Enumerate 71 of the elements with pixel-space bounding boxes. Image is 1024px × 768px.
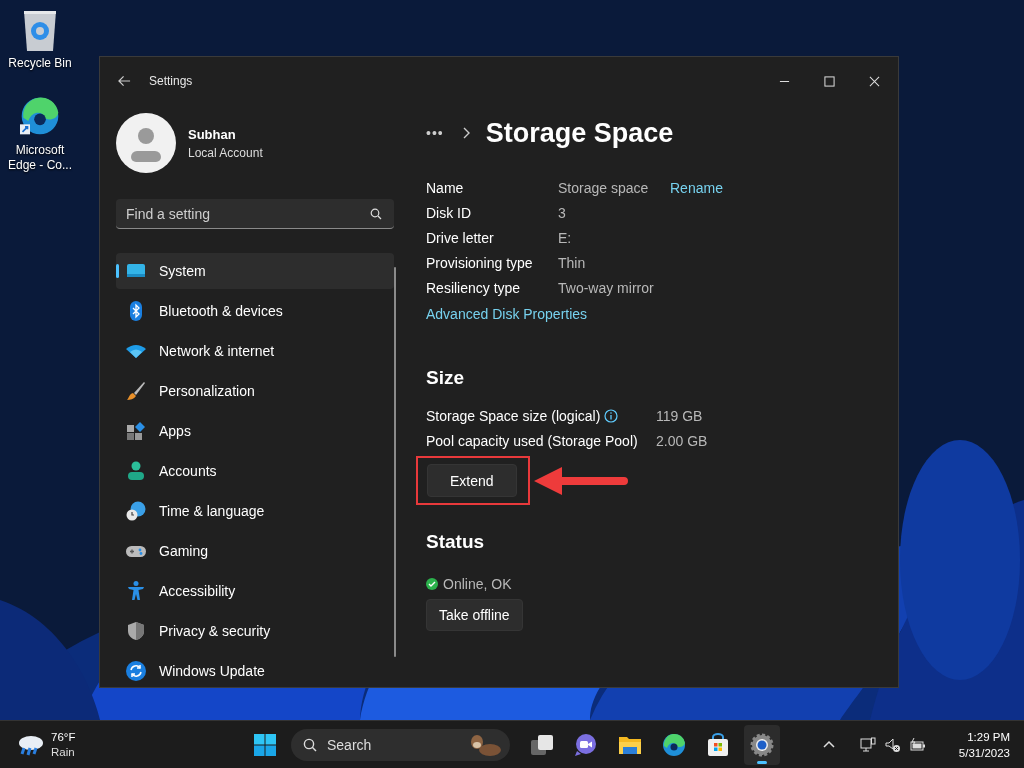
- property-label: Disk ID: [426, 204, 473, 222]
- size-label: Pool capacity used (Storage Pool): [426, 432, 638, 450]
- clock-date[interactable]: 5/31/2023: [958, 744, 1010, 761]
- weather-condition: Rain: [51, 744, 76, 760]
- temperature: 76°F: [51, 729, 76, 745]
- desktop-icon-label: Microsoft Edge - Co...: [7, 143, 73, 173]
- page-title: Storage Space: [485, 117, 674, 149]
- maximize-icon[interactable]: [824, 75, 835, 87]
- search-icon: [303, 737, 317, 752]
- section-heading: Size: [426, 367, 465, 389]
- rename-link[interactable]: Rename: [670, 179, 723, 197]
- clock-time[interactable]: 1:29 PM: [967, 728, 1010, 745]
- start-icon[interactable]: [253, 732, 277, 757]
- account-name: Subhan: [188, 126, 237, 142]
- taskbar-search-field[interactable]: Search: [291, 728, 510, 761]
- info-icon[interactable]: [604, 409, 619, 423]
- volume-muted-icon[interactable]: [884, 736, 901, 753]
- section-heading: Status: [426, 531, 485, 553]
- nav-item[interactable]: Network & internet: [116, 333, 394, 369]
- property-value: Two-way mirror: [558, 279, 655, 297]
- status-text: Online, OK: [443, 575, 512, 593]
- nav-item[interactable]: Gaming: [116, 533, 394, 569]
- nav-item[interactable]: Time & language: [116, 493, 394, 529]
- settings-icon[interactable]: [750, 732, 774, 757]
- property-value: 3: [558, 204, 567, 222]
- search-icon[interactable]: [370, 208, 382, 220]
- property-value: E:: [558, 229, 573, 247]
- size-value: 2.00 GB: [656, 432, 708, 450]
- extend-button[interactable]: Extend: [427, 464, 517, 497]
- brush-icon: [126, 381, 146, 401]
- account-type: Local Account: [188, 145, 263, 160]
- scrollbar[interactable]: [394, 267, 396, 657]
- nav-item[interactable]: System: [116, 253, 394, 289]
- property-label: Drive letter: [426, 229, 495, 247]
- nav-item[interactable]: Personalization: [116, 373, 394, 409]
- property-value: Storage space: [558, 179, 650, 197]
- nav-item[interactable]: Accessibility: [116, 573, 394, 609]
- edge-icon[interactable]: [662, 732, 686, 757]
- globe-clock-icon: [126, 501, 146, 521]
- update-icon: [126, 661, 146, 681]
- shield-icon: [126, 621, 146, 641]
- task-view-icon[interactable]: [530, 732, 554, 757]
- advanced-disk-properties-link[interactable]: Advanced Disk Properties: [426, 305, 588, 323]
- property-value: Thin: [558, 254, 587, 272]
- property-label: Provisioning type: [426, 254, 534, 272]
- nav-item[interactable]: Apps: [116, 413, 394, 449]
- accessibility-icon: [126, 581, 146, 601]
- close-icon[interactable]: [869, 75, 880, 87]
- size-value: 119 GB: [656, 407, 704, 425]
- otter-illustration-icon: [468, 732, 502, 757]
- breadcrumb-overflow[interactable]: •••: [426, 125, 444, 141]
- nav-item[interactable]: Accounts: [116, 453, 394, 489]
- nav-item[interactable]: Windows Update: [116, 653, 394, 687]
- store-bag-icon[interactable]: [706, 732, 730, 757]
- settings-search-field[interactable]: Find a setting: [116, 199, 394, 229]
- window-title: Settings: [149, 74, 193, 88]
- person-icon: [126, 461, 146, 481]
- avatar-icon: [116, 113, 176, 173]
- property-label: Resiliency type: [426, 279, 522, 297]
- back-icon[interactable]: [118, 75, 131, 87]
- battery-charging-icon[interactable]: [909, 736, 926, 753]
- chevron-right-icon: [461, 127, 470, 139]
- desktop-icon-label: Recycle Bin: [7, 56, 73, 71]
- property-label: Name: [426, 179, 465, 197]
- apps-icon: [126, 421, 146, 441]
- take-offline-button[interactable]: Take offline: [426, 599, 523, 631]
- size-label: Storage Space size (logical): [426, 407, 601, 425]
- video-chat-icon[interactable]: [574, 732, 598, 757]
- nav-item[interactable]: Privacy & security: [116, 613, 394, 649]
- network-icon[interactable]: [859, 736, 876, 753]
- nav-item[interactable]: Bluetooth & devices: [116, 293, 394, 329]
